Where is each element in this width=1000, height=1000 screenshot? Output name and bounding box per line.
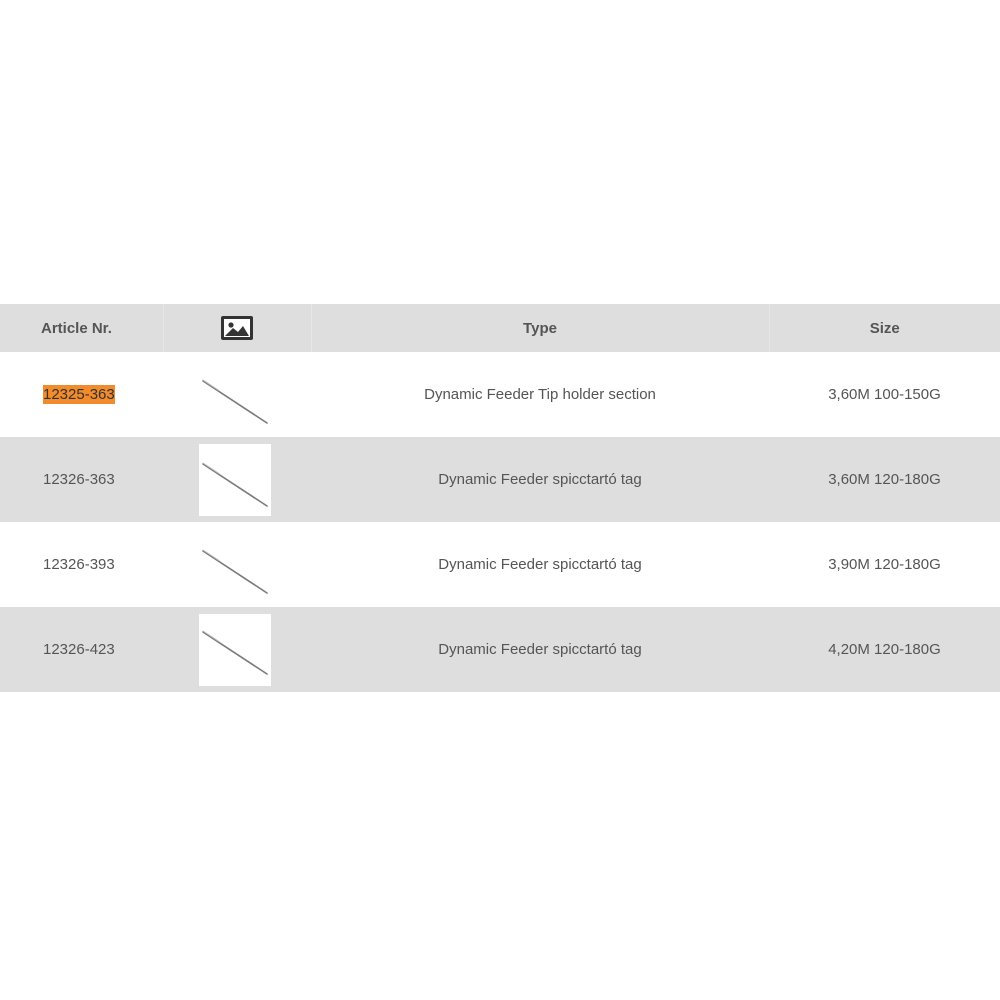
- size-cell: 3,90M 120-180G: [828, 556, 941, 573]
- rod-section-image: [202, 379, 268, 424]
- header-type[interactable]: Type: [310, 304, 769, 352]
- table-header: Article Nr. Type Size: [0, 304, 1000, 352]
- table-row[interactable]: 12326-423 Dynamic Feeder spicctartó tag …: [0, 607, 1000, 692]
- image-cell: [163, 437, 311, 522]
- rod-section-image: [202, 462, 268, 507]
- size-cell: 3,60M 100-150G: [828, 386, 941, 403]
- product-thumbnail[interactable]: [199, 358, 271, 431]
- article-number-cell: 12326-423: [43, 641, 115, 658]
- article-number-cell: 12325-363: [0, 352, 163, 437]
- table-row[interactable]: 12325-363 Dynamic Feeder Tip holder sect…: [0, 352, 1000, 437]
- image-icon: [221, 316, 253, 340]
- type-cell: Dynamic Feeder spicctartó tag: [438, 556, 642, 573]
- header-size[interactable]: Size: [768, 304, 1000, 352]
- article-number: 12325-363: [43, 385, 115, 404]
- header-image: [162, 304, 311, 352]
- type-cell: Dynamic Feeder Tip holder section: [424, 386, 656, 403]
- table-body: 12325-363 Dynamic Feeder Tip holder sect…: [0, 352, 1000, 692]
- rod-section-image: [202, 549, 268, 594]
- header-row: Article Nr. Type Size: [0, 304, 1000, 352]
- image-cell: [163, 352, 311, 437]
- article-number-cell: 12326-393: [43, 556, 115, 573]
- image-cell: [163, 522, 311, 607]
- product-thumbnail[interactable]: [199, 443, 271, 516]
- product-thumbnail[interactable]: [199, 528, 271, 601]
- rod-section-image: [202, 630, 268, 675]
- article-number-cell: 12326-363: [43, 471, 115, 488]
- product-thumbnail[interactable]: [199, 613, 271, 686]
- header-article[interactable]: Article Nr.: [0, 304, 163, 352]
- size-cell: 4,20M 120-180G: [828, 641, 941, 658]
- type-cell: Dynamic Feeder spicctartó tag: [438, 641, 642, 658]
- type-cell: Dynamic Feeder spicctartó tag: [438, 471, 642, 488]
- table-row[interactable]: 12326-363 Dynamic Feeder spicctartó tag …: [0, 437, 1000, 522]
- table-row[interactable]: 12326-393 Dynamic Feeder spicctartó tag …: [0, 522, 1000, 607]
- product-table: Article Nr. Type Size 12325-363 Dynamic …: [0, 304, 1000, 692]
- image-cell: [163, 607, 311, 692]
- size-cell: 3,60M 120-180G: [828, 471, 941, 488]
